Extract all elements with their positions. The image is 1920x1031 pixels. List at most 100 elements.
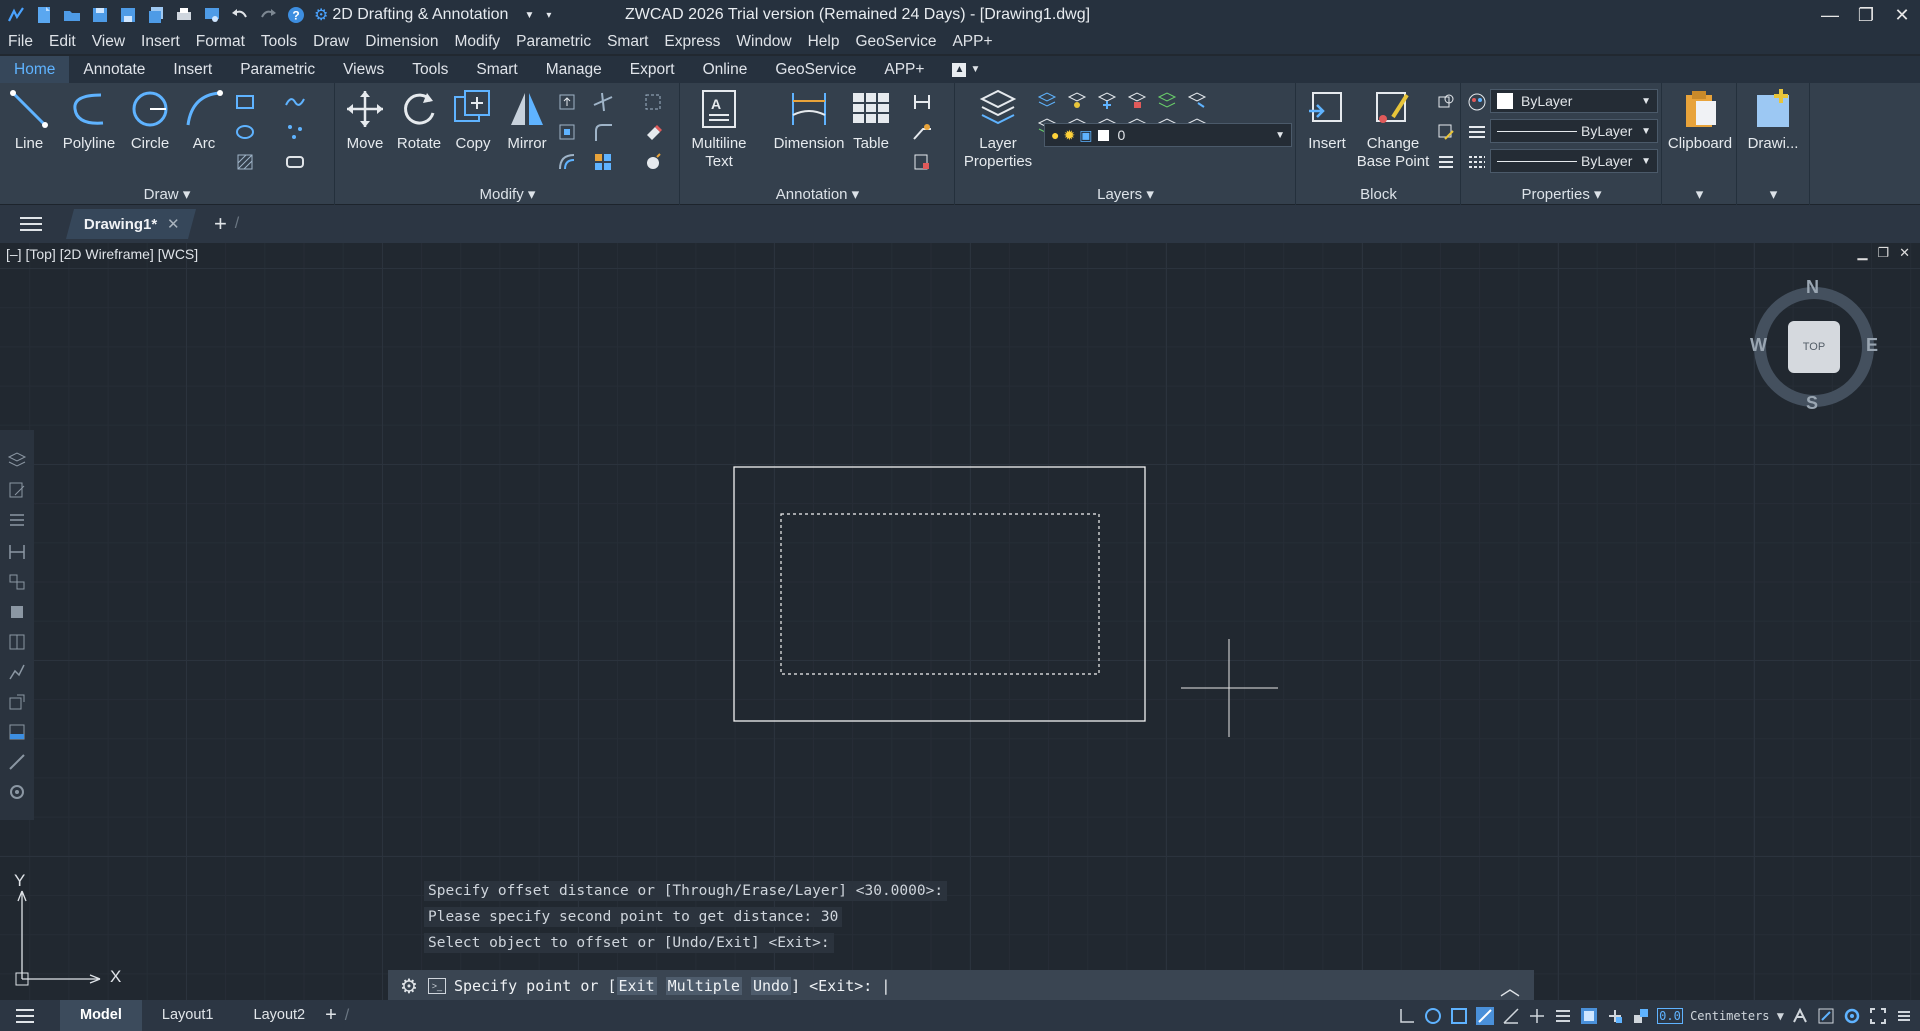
layer-lock-icon[interactable] (1126, 89, 1148, 111)
new-tab-button[interactable]: + (214, 211, 227, 237)
layers-panel-label[interactable]: Layers ▾ (956, 185, 1295, 203)
coordinate-icon[interactable] (1397, 1006, 1417, 1026)
menu-parametric[interactable]: Parametric (516, 33, 591, 51)
stretch-icon[interactable] (556, 91, 578, 113)
save-icon[interactable] (88, 3, 112, 27)
osnap-toggle-icon[interactable] (1527, 1006, 1547, 1026)
region-icon[interactable] (284, 151, 306, 173)
tab-insert[interactable]: Insert (159, 56, 226, 83)
leader-icon[interactable] (911, 121, 933, 143)
compass-north[interactable]: N (1806, 277, 1819, 298)
move-button[interactable]: Move (336, 87, 394, 153)
tab-model[interactable]: Model (60, 1000, 142, 1031)
close-button[interactable]: ✕ (1884, 0, 1920, 30)
menu-draw[interactable]: Draw (313, 33, 349, 51)
plot-preview-icon[interactable] (200, 3, 224, 27)
palette-list-icon[interactable] (7, 510, 27, 530)
table-button[interactable]: Table (847, 87, 895, 153)
copy-button[interactable]: Copy (444, 87, 502, 153)
compass-east[interactable]: E (1866, 335, 1878, 356)
dynamic-input-icon[interactable] (1631, 1006, 1651, 1026)
chevron-down-icon[interactable]: ▼ (970, 64, 980, 75)
chevron-up-icon[interactable]: ︿ (1500, 972, 1520, 1001)
palette-xref-icon[interactable] (7, 692, 27, 712)
menu-insert[interactable]: Insert (141, 33, 180, 51)
units-label[interactable]: 0.0 Centimeters ▼ (1657, 1007, 1784, 1024)
modify-panel-label[interactable]: Modify ▾ (336, 185, 679, 203)
maximize-button[interactable]: ❐ (1848, 0, 1884, 30)
multiline-text-button[interactable]: A Multiline Text (685, 87, 753, 171)
spline-icon[interactable] (284, 91, 306, 113)
snap-toggle-icon[interactable] (1423, 1006, 1443, 1026)
close-icon[interactable]: ✕ (167, 215, 180, 233)
polyline-button[interactable]: Polyline (60, 87, 118, 153)
explode-icon[interactable] (642, 151, 664, 173)
tab-smart[interactable]: Smart (462, 56, 531, 83)
menu-modify[interactable]: Modify (454, 33, 500, 51)
annotation-scale-icon[interactable] (1790, 1006, 1810, 1026)
hatch-icon[interactable] (234, 151, 256, 173)
clipboard-expand-icon[interactable]: ▾ (1663, 185, 1736, 203)
option-multiple[interactable]: Multiple (665, 977, 742, 995)
lineweight-icon[interactable] (1466, 121, 1488, 143)
linear-dim-icon[interactable] (911, 91, 933, 113)
option-undo[interactable]: Undo (750, 977, 792, 995)
linetype-dropdown[interactable]: ByLayer ▼ (1490, 119, 1658, 143)
layer-properties-button[interactable]: Layer Properties (960, 87, 1036, 171)
attribute-icon[interactable] (1435, 151, 1457, 173)
layout-menu-icon[interactable] (0, 1000, 50, 1031)
tab-online[interactable]: Online (689, 56, 762, 83)
ribbon-toggle-icon[interactable]: ▲ (952, 62, 967, 77)
command-settings-icon[interactable]: ⚙ (400, 974, 418, 999)
tab-layout1[interactable]: Layout1 (142, 1000, 234, 1031)
lineweight-dropdown[interactable]: ByLayer ▼ (1490, 149, 1658, 173)
hamburger-menu-icon[interactable] (20, 213, 42, 233)
dimension-button[interactable]: Dimension (773, 87, 845, 153)
drawing-expand-icon[interactable]: ▾ (1738, 185, 1809, 203)
menu-file[interactable]: File (8, 33, 33, 51)
command-prompt[interactable]: Specify point or [Exit Multiple Undo] <E… (454, 977, 890, 995)
layer-isolate-icon[interactable] (1066, 89, 1088, 111)
palette-layer-icon[interactable] (7, 450, 27, 470)
menu-view[interactable]: View (92, 33, 125, 51)
palette-block-icon[interactable] (7, 572, 27, 592)
drawing-button[interactable]: Drawi... (1742, 87, 1804, 153)
ortho-toggle-icon[interactable] (1475, 1006, 1495, 1026)
tab-views[interactable]: Views (329, 56, 398, 83)
command-line[interactable]: ⚙ >_ Specify point or [Exit Multiple Und… (388, 970, 1534, 1002)
app-logo-icon[interactable] (4, 3, 28, 27)
help-icon[interactable]: ? (284, 3, 308, 27)
layer-freeze-icon[interactable] (1096, 89, 1118, 111)
clipboard-button[interactable]: Clipboard (1667, 87, 1733, 153)
arc-button[interactable]: Arc (175, 87, 233, 153)
circle-button[interactable]: Circle (121, 87, 179, 153)
break-icon[interactable] (642, 91, 664, 113)
edit-block-icon[interactable] (1435, 121, 1457, 143)
save-all-icon[interactable] (144, 3, 168, 27)
tab-home[interactable]: Home (0, 56, 70, 83)
line-button[interactable]: Line (0, 87, 58, 153)
tab-annotate[interactable]: Annotate (69, 56, 159, 83)
match-properties-icon[interactable] (1466, 91, 1488, 113)
fullscreen-icon[interactable] (1868, 1006, 1888, 1026)
print-icon[interactable] (172, 3, 196, 27)
linetype-icon[interactable] (1466, 151, 1488, 173)
palette-pdf-icon[interactable] (7, 722, 27, 742)
tab-geoservice[interactable]: GeoService (761, 56, 870, 83)
palette-measure-icon[interactable] (7, 752, 27, 772)
rotate-button[interactable]: Rotate (390, 87, 448, 153)
tab-export[interactable]: Export (616, 56, 689, 83)
properties-panel-label[interactable]: Properties ▾ (1462, 185, 1661, 203)
layer-off-icon[interactable] (1036, 89, 1058, 111)
tab-app-plus[interactable]: APP+ (870, 56, 938, 83)
drawing-canvas[interactable]: [–] [Top] [2D Wireframe] [WCS] ▁ ❐ ✕ N S… (0, 243, 1920, 1000)
scale-icon[interactable] (556, 121, 578, 143)
transparency-toggle-icon[interactable] (1579, 1006, 1599, 1026)
compass-south[interactable]: S (1806, 393, 1818, 414)
compass-west[interactable]: W (1750, 335, 1767, 356)
open-file-icon[interactable] (60, 3, 84, 27)
customize-status-icon[interactable] (1894, 1006, 1914, 1026)
menu-dimension[interactable]: Dimension (365, 33, 438, 51)
field-icon[interactable] (911, 151, 933, 173)
menu-window[interactable]: Window (736, 33, 791, 51)
